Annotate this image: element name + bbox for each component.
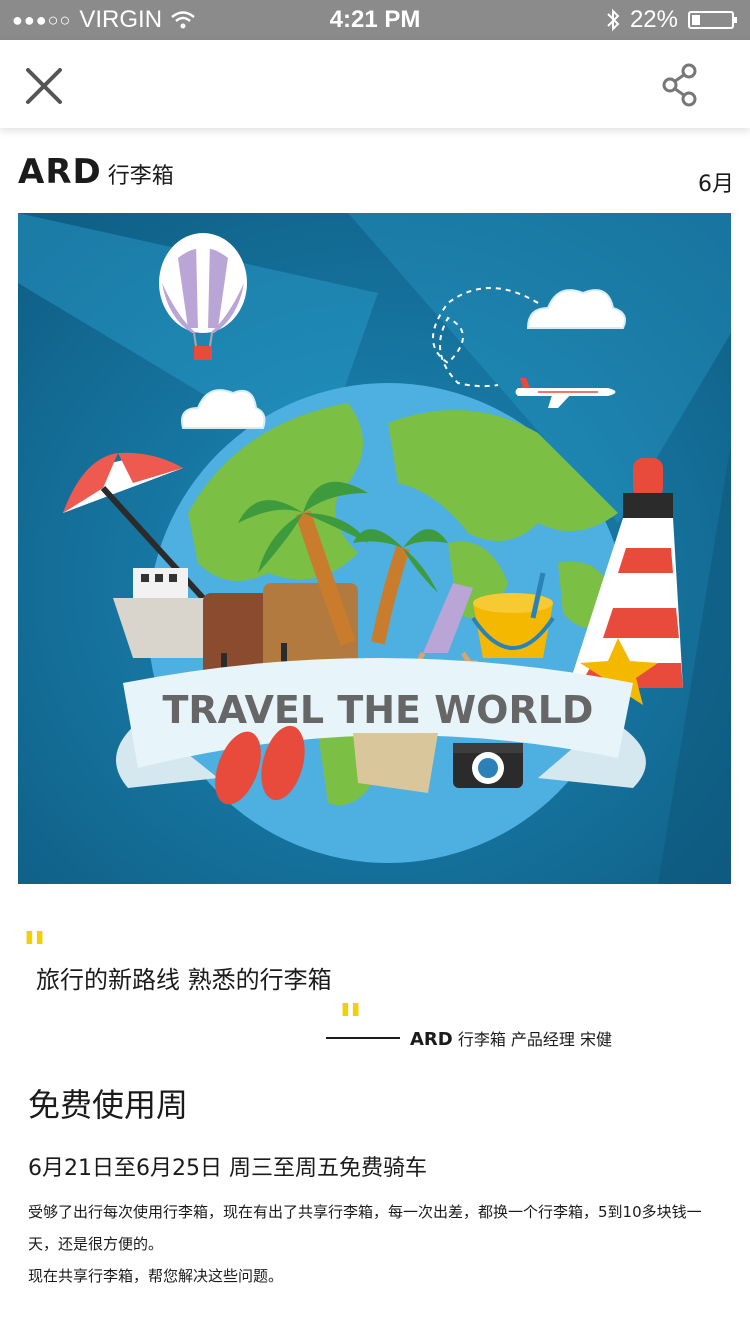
brand-logo: ARD 行李箱 <box>18 152 174 192</box>
battery-percent: 22% <box>629 6 678 33</box>
author-title: 行李箱 产品经理 宋健 <box>457 1030 613 1049</box>
author-text: ARD 行李箱 产品经理 宋健 <box>410 1026 612 1050</box>
paragraph-2: 现在共享行李箱，帮您解决这些问题。 <box>28 1267 284 1285</box>
article-month: 6月 <box>698 172 734 197</box>
article-header: ARD 行李箱 6月 <box>18 152 734 197</box>
battery-icon <box>688 11 737 29</box>
section-title: 免费使用周 <box>28 1086 189 1124</box>
share-icon[interactable] <box>660 62 702 108</box>
section-subtitle: 6月21日至6月25日 周三至周五免费骑车 <box>28 1156 427 1181</box>
close-icon[interactable] <box>24 66 64 106</box>
author-divider <box>326 1037 400 1039</box>
travel-illustration: TRAVEL THE WORLD <box>18 213 731 884</box>
battery-fill <box>692 15 701 25</box>
brand-name: ARD <box>18 152 102 192</box>
banner-text: TRAVEL THE WORLD <box>163 688 594 732</box>
bluetooth-icon <box>607 8 620 32</box>
quote-text: 旅行的新路线 熟悉的行李箱 <box>36 966 332 994</box>
status-right: 22% <box>606 6 737 34</box>
hero-image: TRAVEL THE WORLD <box>18 213 731 884</box>
status-bar: ●●●○○ VIRGIN 4:21 PM 22% <box>0 0 750 40</box>
quote-author: ARD 行李箱 产品经理 宋健 <box>326 1026 612 1050</box>
nav-bar <box>0 40 750 128</box>
author-brand: ARD <box>410 1029 453 1050</box>
paragraph-1: 受够了出行每次使用行李箱，现在有出了共享行李箱，每一次出差，都换一个行李箱，5到… <box>28 1203 702 1253</box>
article-body: 受够了出行每次使用行李箱，现在有出了共享行李箱，每一次出差，都换一个行李箱，5到… <box>28 1196 728 1292</box>
brand-subtitle: 行李箱 <box>107 164 174 189</box>
